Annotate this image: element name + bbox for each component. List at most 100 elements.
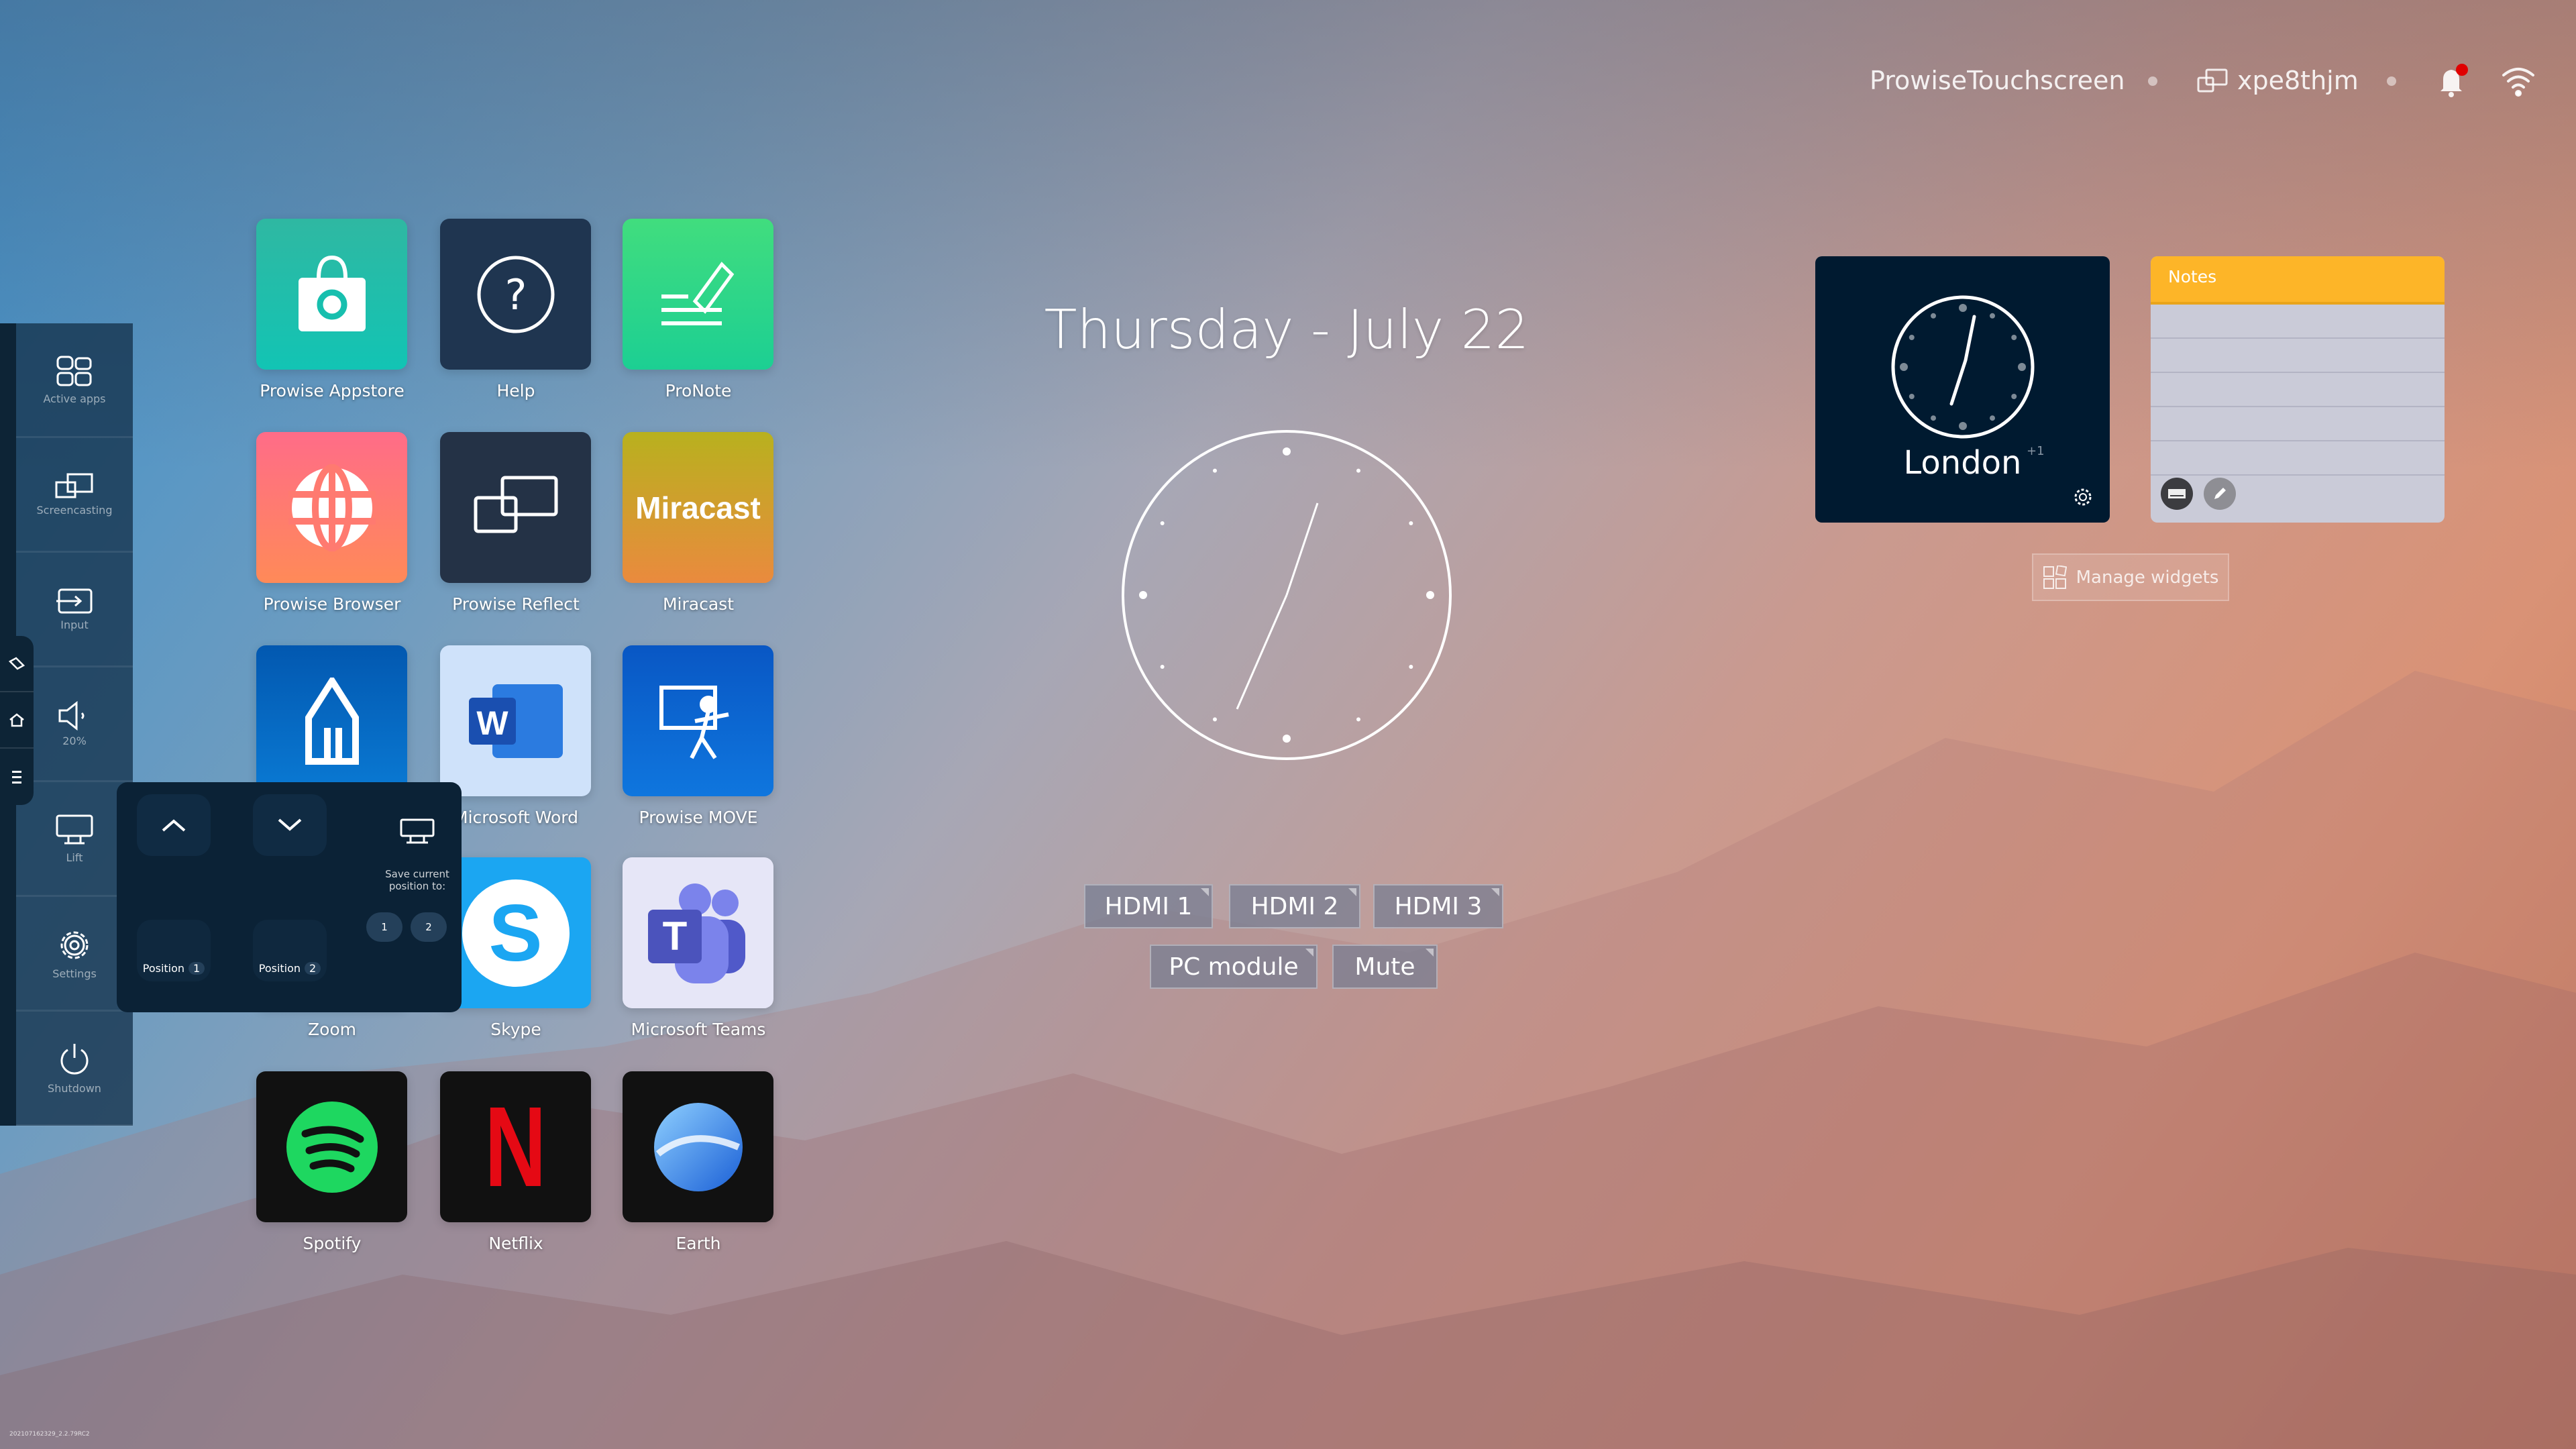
move-icon [659,685,729,759]
app-tile-earth[interactable] [623,1071,773,1222]
wifi-icon [2502,68,2534,97]
chevron-up-icon [162,819,186,832]
date-display: Thursday - July 22 [1044,299,1529,361]
lift-icon [400,818,435,844]
app-tile-app[interactable] [256,645,407,796]
pen-button[interactable] [2204,478,2236,510]
gear-icon [60,931,89,959]
input-icon [56,588,93,613]
world-clock-widget[interactable]: London +1 [1815,256,2110,523]
gear-icon[interactable] [2072,486,2094,508]
app-label: Prowise MOVE [639,808,758,827]
mute-button[interactable]: Mute [1332,945,1438,989]
app-tile-pronote[interactable] [623,219,773,370]
bell-icon [2440,64,2468,97]
separator-dot [2148,76,2157,86]
app-label: Help [496,381,535,400]
question-icon: ? [477,256,554,333]
app-tile-prowise-move[interactable] [623,645,773,796]
notification-badge [2456,64,2468,76]
london-clock-face [1891,295,2035,439]
menu-button[interactable] [0,749,34,805]
power-icon [60,1043,89,1075]
app-tile-netflix[interactable]: N [440,1071,591,1222]
app-label: Netflix [488,1234,543,1253]
pen-icon [8,657,25,670]
sidebar-item-volume[interactable]: 20% [16,667,133,782]
sidebar-item-shutdown[interactable]: Shutdown [16,1012,133,1126]
shopping-bag-icon [298,255,366,331]
sidebar-item-input[interactable]: Input [16,553,133,667]
save-position-1-button[interactable]: 1 [366,912,402,942]
app-tile-prowise-reflect[interactable] [440,432,591,583]
lift-up-button[interactable] [137,794,211,856]
sidebar: Active apps Screencasting Input 20% Lift… [16,323,133,1126]
separator-dot [2387,76,2396,86]
menu-icon [12,771,21,784]
pencil-icon [305,677,359,765]
app-tile-prowise-browser[interactable] [256,432,407,583]
active-apps-icon [56,356,92,386]
screencast-code-indicator[interactable]: xpe8thjm [2197,59,2359,102]
wifi-status[interactable] [2501,64,2536,101]
app-label: Zoom [307,1020,357,1039]
position-1-button[interactable]: Position 1 [137,920,211,981]
sidebar-item-active-apps[interactable]: Active apps [16,323,133,438]
home-button[interactable] [0,692,34,749]
save-position-label: Save current position to: [385,868,449,892]
notifications-button[interactable] [2434,63,2471,103]
earth-icon [653,1102,743,1191]
pen-note-icon [661,261,734,325]
app-label: Skype [490,1020,541,1039]
manage-widgets-label: Manage widgets [2076,567,2219,588]
app-tile-miracast[interactable]: Miracast [623,432,773,583]
sidebar-item-settings[interactable]: Settings [16,897,133,1012]
svg-text:T: T [662,914,687,959]
word-icon: W [468,684,563,758]
source-hdmi1-button[interactable]: HDMI 1 [1084,884,1213,928]
source-hdmi2-button[interactable]: HDMI 2 [1229,884,1360,928]
screencast-icon [474,476,557,533]
spotify-icon [286,1101,378,1193]
app-tile-microsoft-teams[interactable]: T [623,857,773,1008]
app-tile-spotify[interactable] [256,1071,407,1222]
sidebar-item-lift[interactable]: Lift [16,782,133,897]
keyboard-icon [2168,489,2186,498]
device-name: ProwiseTouchscreen [1870,66,2125,95]
manage-widgets-button[interactable]: Manage widgets [2032,553,2229,601]
teams-icon: T [647,883,745,983]
app-tile-prowise-appstore[interactable] [256,219,407,370]
pencil-icon [2214,488,2226,499]
lift-control-panel: Save current position to: 1 2 Position 1 … [117,782,462,1012]
volume-icon [58,700,85,731]
clock-city: London [1903,444,2022,482]
keyboard-button[interactable] [2161,478,2193,510]
quick-access-tab [0,636,34,805]
app-tile-microsoft-word[interactable]: W [440,645,591,796]
app-label: Microsoft Teams [631,1020,766,1039]
lift-icon [56,814,93,844]
version-label: 202107162329_2.2.79RC2 [9,1431,90,1438]
position-2-button[interactable]: Position 2 [253,920,327,981]
svg-text:W: W [476,704,508,742]
app-label: Prowise Appstore [260,381,405,400]
sidebar-item-screencasting[interactable]: Screencasting [16,438,133,553]
annotate-button[interactable] [0,636,34,692]
screencast-icon [2197,68,2228,93]
netflix-icon: N [484,1083,547,1211]
globe-icon [288,464,376,551]
source-hdmi3-button[interactable]: HDMI 3 [1373,884,1503,928]
app-tile-help[interactable]: ? [440,219,591,370]
home-icon [9,713,24,727]
app-label: Prowise Browser [263,594,401,614]
analog-clock [1122,430,1452,760]
notes-widget[interactable]: Notes [2151,256,2445,523]
save-position-2-button[interactable]: 2 [411,912,447,942]
source-pc-module-button[interactable]: PC module [1150,945,1318,989]
svg-text:?: ? [504,270,527,319]
app-label: Miracast [662,594,734,614]
app-label: Prowise Reflect [452,594,580,614]
second-hand [1236,594,1288,710]
chevron-down-icon [278,818,302,831]
lift-down-button[interactable] [253,794,327,856]
